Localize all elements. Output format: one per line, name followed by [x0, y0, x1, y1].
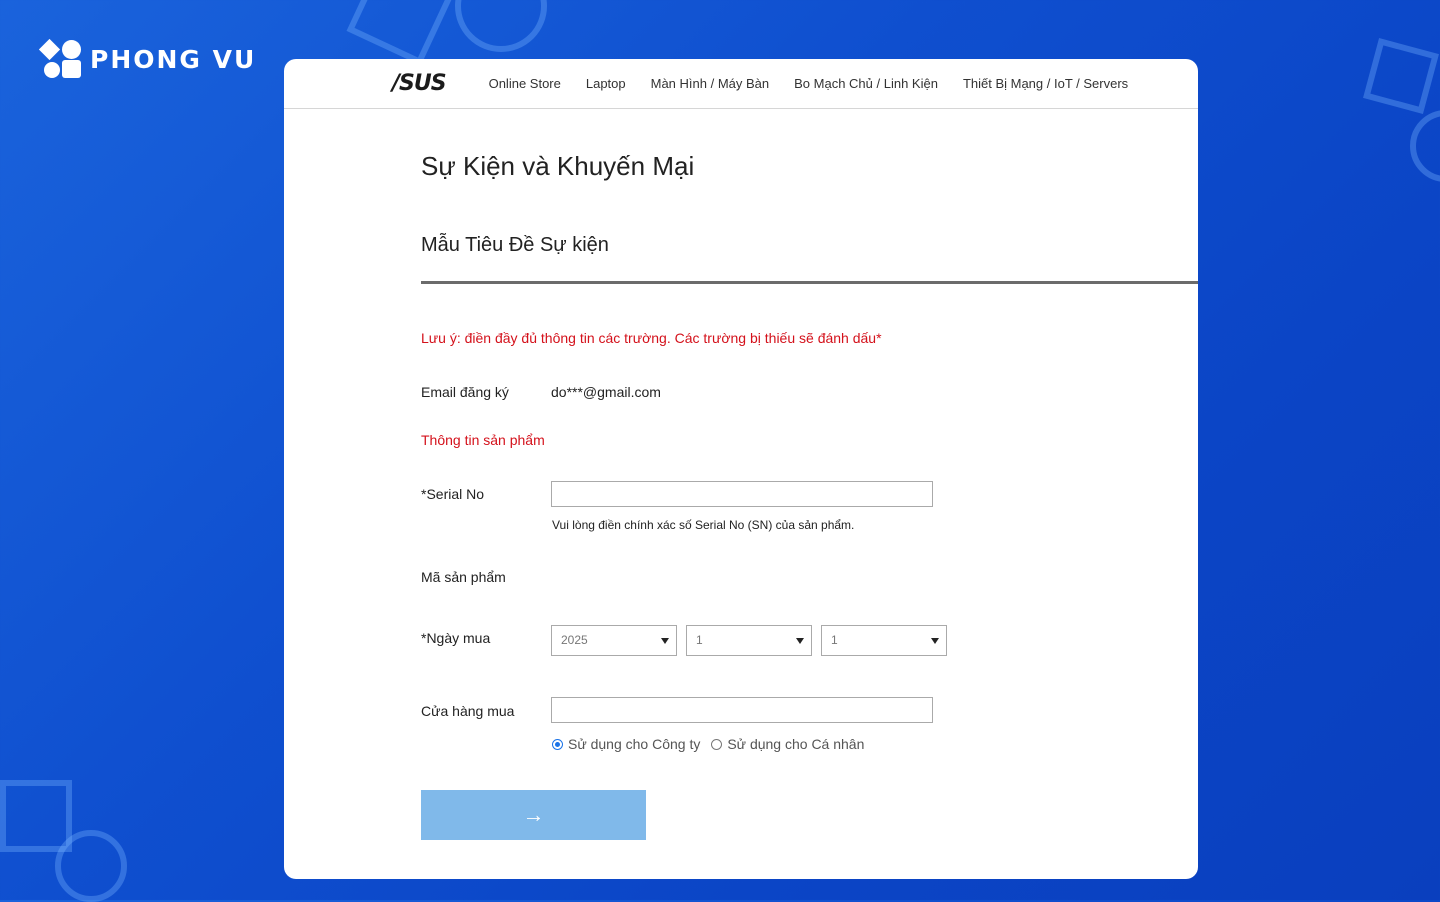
usage-personal-radio[interactable] — [711, 738, 723, 750]
serial-hint: Vui lòng điền chính xác số Serial No (SN… — [552, 518, 855, 532]
caret-down-icon — [931, 638, 939, 644]
bg-decor-diamond — [346, 0, 456, 66]
purchase-year-value: 2025 — [561, 633, 588, 647]
brand-name: PHONG VU — [90, 44, 257, 74]
model-label: Mã sản phẩm — [421, 569, 506, 585]
main-card: /SUS Online Store Laptop Màn Hình / Máy … — [284, 59, 1198, 879]
usage-personal-label: Sử dụng cho Cá nhân — [727, 736, 865, 752]
phong-vu-brand: PHONG VU — [38, 38, 257, 78]
store-label: Cửa hàng mua — [421, 703, 515, 719]
bg-decor-square-right — [1363, 38, 1439, 114]
arrow-right-icon: → — [522, 802, 545, 827]
usage-type-group: Sử dụng cho Công ty Sử dụng cho Cá nhân — [552, 736, 875, 752]
store-input[interactable] — [551, 697, 933, 723]
nav-item-laptop[interactable]: Laptop — [586, 76, 626, 91]
usage-company-radio[interactable] — [552, 738, 563, 750]
nav-item-networking-iot-servers[interactable]: Thiết Bị Mạng / IoT / Servers — [963, 76, 1128, 91]
bg-decor-square-bottom — [0, 780, 72, 852]
caret-down-icon — [796, 638, 804, 644]
bg-decor-circle — [455, 0, 547, 52]
email-value: do***@gmail.com — [551, 384, 661, 400]
caret-down-icon — [661, 638, 669, 644]
required-fields-note: Lưu ý: điền đầy đủ thông tin các trường.… — [421, 330, 882, 346]
product-info-heading: Thông tin sản phẩm — [421, 432, 545, 448]
usage-personal-option[interactable]: Sử dụng cho Cá nhân — [711, 736, 864, 752]
purchase-day-value: 1 — [831, 633, 838, 647]
serial-input[interactable] — [551, 481, 933, 507]
usage-company-option[interactable]: Sử dụng cho Công ty — [552, 736, 700, 752]
phong-vu-logo-icon — [38, 38, 82, 78]
asus-logo[interactable]: /SUS — [392, 71, 447, 96]
purchase-year-select[interactable]: 2025 — [551, 625, 677, 656]
nav-item-monitor-desktop[interactable]: Màn Hình / Máy Bàn — [651, 76, 770, 91]
purchase-day-select[interactable]: 1 — [821, 625, 947, 656]
purchase-month-value: 1 — [696, 633, 703, 647]
serial-label: *Serial No — [421, 486, 485, 502]
section-divider — [421, 281, 1198, 284]
bg-decor-circle-bottom — [55, 830, 127, 902]
top-navigation: /SUS Online Store Laptop Màn Hình / Máy … — [284, 59, 1198, 109]
event-title: Mẫu Tiêu Đề Sự kiện — [421, 234, 609, 256]
page-title: Sự Kiện và Khuyến Mại — [421, 151, 695, 181]
bg-decor-circle-right — [1410, 110, 1440, 182]
submit-button[interactable]: → — [421, 790, 646, 840]
purchase-date-label: *Ngày mua — [421, 630, 491, 646]
nav-item-motherboard-components[interactable]: Bo Mạch Chủ / Linh Kiện — [794, 76, 938, 91]
email-label: Email đăng ký — [421, 384, 509, 400]
usage-company-label: Sử dụng cho Công ty — [568, 736, 701, 752]
purchase-month-select[interactable]: 1 — [686, 625, 812, 656]
nav-item-online-store[interactable]: Online Store — [489, 76, 561, 91]
